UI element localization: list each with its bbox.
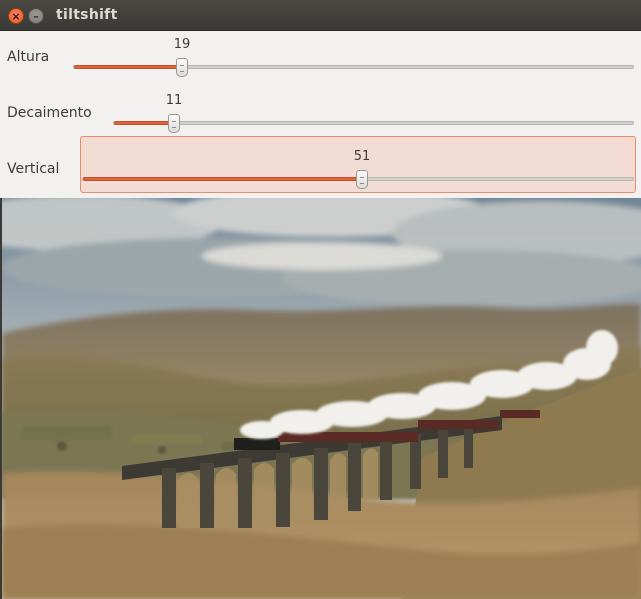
slider-thumb-decaimento[interactable]: [168, 114, 180, 133]
title-bar: × – tiltshift: [0, 0, 641, 31]
window-title: tiltshift: [56, 7, 118, 23]
slider-value-altura: 19: [173, 37, 191, 52]
slider-value-decaimento: 11: [165, 93, 183, 108]
slider-track-decaimento[interactable]: [113, 121, 634, 125]
slider-label-vertical: Vertical: [7, 161, 60, 177]
minimize-icon: –: [33, 9, 39, 23]
tiltshift-image: [2, 198, 641, 599]
minimize-button[interactable]: –: [28, 8, 44, 24]
slider-fill-decaimento: [114, 121, 175, 125]
slider-label-decaimento: Decaimento: [7, 105, 92, 121]
slider-label-altura: Altura: [7, 49, 50, 65]
close-button[interactable]: ×: [8, 8, 24, 24]
slider-fill-altura: [74, 65, 183, 69]
slider-thumb-altura[interactable]: [176, 58, 188, 77]
slider-thumb-vertical[interactable]: [356, 170, 368, 189]
slider-track-altura[interactable]: [73, 65, 634, 69]
close-icon: ×: [11, 9, 21, 23]
landscape-photo: [2, 198, 641, 599]
slider-fill-vertical: [83, 177, 363, 181]
slider-value-vertical: 51: [353, 149, 371, 164]
